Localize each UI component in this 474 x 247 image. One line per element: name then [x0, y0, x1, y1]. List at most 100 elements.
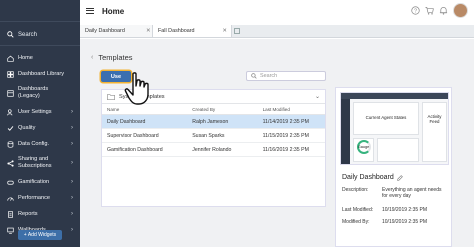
column-header[interactable]: Created By	[190, 107, 260, 112]
tab-label: Daily Dashboard	[85, 28, 125, 34]
column-header[interactable]: Last Modified	[261, 107, 325, 112]
search-icon	[251, 73, 257, 79]
sidebar-top	[0, 0, 80, 22]
sidebar-item-label: Performance	[18, 194, 51, 201]
tab-label: Fall Dashboard	[158, 28, 195, 34]
sidebar-item-performance[interactable]: Performance ›	[0, 190, 80, 206]
dashboard-thumbnail: Current Agent States Activity Feed Gauge	[340, 92, 449, 165]
meta-description: Description: Everything an agent needs f…	[342, 187, 444, 200]
help-icon[interactable]: ?	[411, 6, 420, 15]
chevron-down-icon[interactable]: ⌄	[315, 93, 320, 100]
meta-label: Modified By:	[342, 219, 370, 225]
meta-label: Last Modified:	[342, 207, 374, 213]
section-title: Templates	[98, 53, 133, 62]
cell-name: Supervisor Dashboard	[107, 132, 159, 139]
avatar[interactable]	[453, 3, 468, 18]
hand-cursor-icon	[124, 72, 149, 105]
preview-title: Daily Dashboard	[342, 174, 403, 181]
sidebar-item-home[interactable]: Home	[0, 50, 80, 66]
sidebar-item-label: Reports	[18, 210, 38, 217]
check-icon	[7, 125, 14, 131]
thumbnail-label-activity-feed: Activity Feed	[427, 114, 442, 125]
close-icon[interactable]: ✕	[146, 28, 151, 34]
thumbnail-topbar	[341, 93, 448, 99]
sidebar-item-label: Dashboards (Legacy)	[18, 86, 49, 99]
tab-daily-dashboard[interactable]: Daily Dashboard	[80, 25, 153, 37]
thumbnail-label-gauge: Gauge	[357, 145, 370, 149]
sidebar-item-label: Gamification	[18, 178, 50, 185]
menu-icon[interactable]	[86, 8, 94, 14]
page-title: Home	[102, 6, 125, 16]
sidebar-item-gamification[interactable]: Gamification ›	[0, 174, 80, 190]
speedometer-icon	[7, 197, 14, 201]
meta-value: 10/19/2019 2:35 PM	[382, 219, 428, 225]
sidebar-nav: Home Dashboard Library Dashboards (Legac…	[0, 50, 80, 238]
add-tab-icon	[234, 28, 240, 34]
sidebar-item-reports[interactable]: Reports ›	[0, 206, 80, 222]
dashboard-tabs: Daily Dashboard ✕ Fall Dashboard ✕	[80, 25, 474, 38]
column-header[interactable]: Name	[102, 107, 190, 112]
user-gear-icon	[7, 108, 13, 115]
cell-created-by: Ralph Jameson	[192, 118, 229, 125]
sidebar-item-label: Home	[18, 54, 33, 61]
thumbnail-panel	[422, 102, 447, 162]
chevron-right-icon: ›	[71, 227, 73, 233]
bell-icon[interactable]	[439, 6, 448, 15]
main-content: ‹ Templates Use Search System Templates …	[80, 39, 474, 247]
search-icon	[7, 31, 14, 38]
cart-icon[interactable]	[425, 6, 434, 15]
close-icon[interactable]: ✕	[222, 28, 227, 34]
sidebar-item-label: Sharing and Subscriptions	[18, 156, 52, 169]
cell-created-by: Jennifer Rolando	[192, 146, 232, 153]
database-icon	[7, 140, 14, 148]
search-placeholder: Search	[260, 73, 278, 79]
meta-modified-by: Modified By: 10/19/2019 2:35 PM	[342, 219, 444, 225]
meta-value: 10/19/2019 2:35 PM	[382, 207, 428, 213]
cell-created-by: Susan Sparks	[192, 132, 225, 139]
sidebar-search-label: Search	[18, 31, 38, 38]
thumbnail-label-agent-states: Current Agent States	[365, 115, 407, 120]
tab-fall-dashboard[interactable]: ✕ Fall Dashboard ✕	[146, 25, 232, 37]
sidebar-item-label: User Settings	[18, 108, 52, 115]
sidebar-item-dashboard-library[interactable]: Dashboard Library	[0, 66, 80, 82]
table-row[interactable]: Supervisor Dashboard Susan Sparks 11/15/…	[102, 129, 325, 143]
sidebar-item-sharing[interactable]: Sharing and Subscriptions ›	[0, 152, 80, 174]
template-search-input[interactable]: Search	[246, 71, 326, 81]
grid-icon	[7, 70, 14, 78]
meta-last-modified: Last Modified: 10/19/2019 2:35 PM	[342, 207, 444, 213]
chevron-right-icon: ›	[71, 109, 73, 115]
sidebar-item-data-config[interactable]: Data Config. ›	[0, 136, 80, 152]
sidebar: Search Home Dashboard Library Dashboards…	[0, 0, 80, 247]
add-tab-button[interactable]	[232, 25, 242, 37]
sidebar-item-label: Dashboard Library	[18, 70, 65, 77]
table-row[interactable]: Daily Dashboard Ralph Jameson 11/14/2019…	[102, 115, 325, 129]
report-icon	[8, 210, 13, 218]
pencil-icon[interactable]	[397, 174, 403, 181]
header-actions: ?	[411, 3, 468, 18]
table-row[interactable]: Gamification Dashboard Jennifer Rolando …	[102, 143, 325, 157]
meta-label: Description:	[342, 187, 369, 193]
sidebar-item-label: Data Config.	[18, 140, 50, 147]
chevron-right-icon: ›	[71, 179, 73, 185]
thumbnail-panel	[377, 138, 419, 162]
chevron-right-icon: ›	[71, 160, 73, 166]
sidebar-search[interactable]: Search	[0, 24, 80, 46]
sidebar-item-label: Quality	[18, 124, 36, 131]
sidebar-item-quality[interactable]: Quality ›	[0, 120, 80, 136]
chevron-right-icon: ›	[71, 195, 73, 201]
sidebar-item-user-settings[interactable]: User Settings ›	[0, 104, 80, 120]
thumbnail-sidebar	[341, 99, 350, 164]
chevron-right-icon: ›	[71, 211, 73, 217]
preview-title-text: Daily Dashboard	[342, 174, 394, 181]
chevron-right-icon: ›	[71, 125, 73, 131]
dashboard-icon	[7, 89, 14, 97]
templates-header: ‹ Templates	[91, 53, 133, 62]
add-widgets-button[interactable]: + Add Widgets	[18, 230, 62, 240]
sidebar-item-dashboards-legacy[interactable]: Dashboards (Legacy)	[0, 82, 80, 104]
share-icon	[7, 159, 14, 167]
back-chevron-icon[interactable]: ‹	[91, 54, 93, 61]
cell-last-modified: 11/14/2019 2:35 PM	[262, 118, 309, 125]
monitor-icon	[7, 227, 14, 234]
cell-name: Gamification Dashboard	[107, 146, 163, 153]
templates-table: System Templates ⌄ Name Created By Last …	[101, 89, 326, 207]
